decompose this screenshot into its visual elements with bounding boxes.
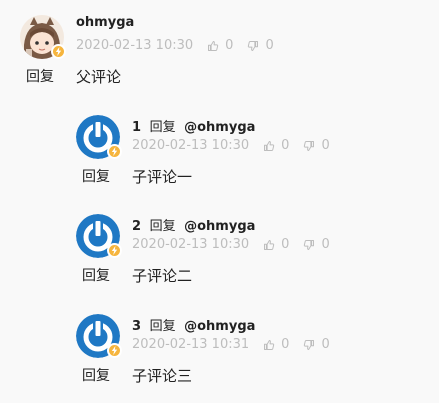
timestamp: 2020-02-13 10:31 bbox=[132, 337, 250, 352]
comment-content: 父评论 bbox=[76, 68, 122, 86]
reply-header: 1 回复 @ohmyga bbox=[132, 116, 255, 135]
floor-number: 1 bbox=[132, 120, 142, 135]
mention-link[interactable]: @ohmyga bbox=[184, 319, 255, 334]
mention-link[interactable]: @ohmyga bbox=[184, 120, 255, 135]
lightning-icon bbox=[111, 147, 118, 156]
like-count: 0 bbox=[225, 38, 234, 53]
avatar[interactable] bbox=[76, 214, 124, 262]
dislike-count: 0 bbox=[321, 138, 330, 153]
dislike-button[interactable]: 0 bbox=[247, 38, 274, 53]
lightning-icon bbox=[55, 47, 62, 56]
lightning-icon bbox=[111, 346, 118, 355]
timestamp: 2020-02-13 10:30 bbox=[132, 138, 250, 153]
thumbs-up-icon bbox=[264, 339, 275, 350]
thumbs-up-icon bbox=[264, 239, 275, 250]
like-count: 0 bbox=[281, 337, 290, 352]
badge bbox=[107, 343, 122, 358]
like-button[interactable]: 0 bbox=[207, 38, 233, 53]
lightning-icon bbox=[111, 246, 118, 255]
like-button[interactable]: 0 bbox=[263, 237, 289, 252]
reply-button[interactable]: 回复 bbox=[82, 365, 110, 385]
reply-header: 3 回复 @ohmyga bbox=[132, 315, 255, 334]
dislike-button[interactable]: 0 bbox=[303, 237, 330, 252]
root-comment: ohmyga 2020-02-13 10:30 0 0 回复 父评论 bbox=[20, 15, 420, 95]
reply-button[interactable]: 回复 bbox=[26, 66, 54, 86]
reply-to-label: 回复 bbox=[149, 319, 176, 334]
reply-comment-3: 3 回复 @ohmyga 2020-02-13 10:31 0 0 回复 子评论… bbox=[76, 314, 439, 394]
floor-number: 2 bbox=[132, 219, 142, 234]
reply-to-label: 回复 bbox=[149, 120, 176, 135]
reply-button[interactable]: 回复 bbox=[82, 265, 110, 285]
avatar[interactable] bbox=[76, 115, 124, 163]
like-count: 0 bbox=[281, 138, 290, 153]
thumbs-up-icon bbox=[264, 140, 275, 151]
dislike-count: 0 bbox=[321, 237, 330, 252]
comment-content: 子评论三 bbox=[132, 367, 193, 385]
username[interactable]: ohmyga bbox=[76, 15, 134, 30]
comment-meta: 2020-02-13 10:30 0 0 bbox=[132, 138, 330, 153]
comment-author[interactable]: ohmyga bbox=[76, 15, 134, 30]
dislike-button[interactable]: 0 bbox=[303, 138, 330, 153]
reply-comment-1: 1 回复 @ohmyga 2020-02-13 10:30 0 0 回复 子评论… bbox=[76, 115, 439, 195]
comment-meta: 2020-02-13 10:31 0 0 bbox=[132, 337, 330, 352]
thumbs-down-icon bbox=[304, 140, 315, 151]
timestamp: 2020-02-13 10:30 bbox=[132, 237, 250, 252]
dislike-button[interactable]: 0 bbox=[303, 337, 330, 352]
mention-link[interactable]: @ohmyga bbox=[184, 219, 255, 234]
timestamp: 2020-02-13 10:30 bbox=[76, 38, 194, 53]
badge bbox=[51, 44, 66, 59]
avatar[interactable] bbox=[76, 314, 124, 362]
dislike-count: 0 bbox=[321, 337, 330, 352]
reply-header: 2 回复 @ohmyga bbox=[132, 215, 255, 234]
thumbs-up-icon bbox=[208, 40, 219, 51]
reply-button[interactable]: 回复 bbox=[82, 166, 110, 186]
comment-content: 子评论一 bbox=[132, 168, 193, 186]
comment-meta: 2020-02-13 10:30 0 0 bbox=[76, 38, 274, 53]
avatar[interactable] bbox=[20, 15, 68, 63]
badge bbox=[107, 144, 122, 159]
like-count: 0 bbox=[281, 237, 290, 252]
floor-number: 3 bbox=[132, 319, 142, 334]
thumbs-down-icon bbox=[304, 239, 315, 250]
comment-content: 子评论二 bbox=[132, 267, 193, 285]
reply-comment-2: 2 回复 @ohmyga 2020-02-13 10:30 0 0 回复 子评论… bbox=[76, 214, 439, 294]
thumbs-down-icon bbox=[248, 40, 259, 51]
dislike-count: 0 bbox=[265, 38, 274, 53]
reply-to-label: 回复 bbox=[149, 219, 176, 234]
comment-meta: 2020-02-13 10:30 0 0 bbox=[132, 237, 330, 252]
like-button[interactable]: 0 bbox=[263, 337, 289, 352]
like-button[interactable]: 0 bbox=[263, 138, 289, 153]
badge bbox=[107, 243, 122, 258]
thumbs-down-icon bbox=[304, 339, 315, 350]
